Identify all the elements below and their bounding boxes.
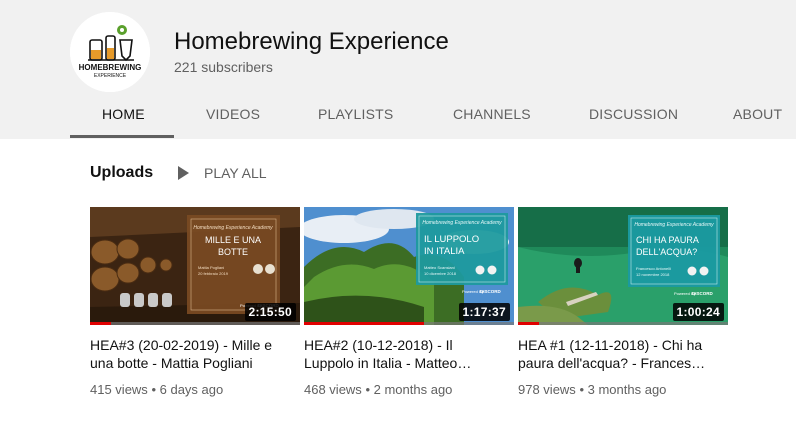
- video-meta: 468 views • 2 months ago: [304, 382, 514, 397]
- watch-progress-track: [90, 322, 300, 325]
- svg-text:Mattia Pogliani: Mattia Pogliani: [198, 265, 224, 270]
- channel-avatar[interactable]: HOMEBREWING EXPERIENCE: [70, 12, 150, 92]
- svg-text:12 novembre 2018: 12 novembre 2018: [636, 272, 670, 277]
- video-card[interactable]: Homebrewing Experience Academy CHI HA PA…: [518, 207, 728, 397]
- tab-about[interactable]: ABOUT: [733, 106, 782, 122]
- svg-text:Homebrewing Experience Academy: Homebrewing Experience Academy: [193, 225, 273, 231]
- video-thumbnail[interactable]: Homebrewing Experience Academy IL LUPPOL…: [304, 207, 514, 325]
- video-meta: 978 views • 3 months ago: [518, 382, 728, 397]
- video-meta: 415 views • 6 days ago: [90, 382, 300, 397]
- svg-text:Matteo Scansiani: Matteo Scansiani: [424, 265, 455, 270]
- svg-text:Francesco Antonelli: Francesco Antonelli: [636, 266, 671, 271]
- watch-progress-track: [518, 322, 728, 325]
- upload-age: 3 months ago: [587, 382, 667, 397]
- play-icon: [178, 166, 189, 180]
- upload-age: 2 months ago: [373, 382, 453, 397]
- meta-separator: •: [579, 382, 584, 397]
- svg-text:DELL'ACQUA?: DELL'ACQUA?: [636, 247, 697, 257]
- video-card[interactable]: Homebrewing Experience Academy IL LUPPOL…: [304, 207, 514, 397]
- svg-text:BOTTE: BOTTE: [218, 247, 248, 257]
- video-thumbnail[interactable]: Homebrewing Experience Academy MILLE E U…: [90, 207, 300, 325]
- tab-discussion[interactable]: DISCUSSION: [589, 106, 678, 122]
- view-count: 978 views: [518, 382, 576, 397]
- upload-age: 6 days ago: [159, 382, 224, 397]
- view-count: 468 views: [304, 382, 362, 397]
- video-duration: 1:00:24: [672, 303, 724, 321]
- subscriber-count: 221 subscribers: [174, 59, 273, 75]
- video-title[interactable]: HEA#3 (20-02-2019) - Mille e una botte -…: [90, 336, 300, 372]
- svg-text:10 dicembre 2018: 10 dicembre 2018: [424, 271, 457, 276]
- section-title[interactable]: Uploads: [90, 164, 153, 182]
- video-title-line: Luppolo in Italia - Matteo…: [304, 355, 472, 371]
- play-all-label: PLAY ALL: [204, 165, 267, 181]
- tab-channels[interactable]: CHANNELS: [453, 106, 531, 122]
- view-count: 415 views: [90, 382, 148, 397]
- svg-text:CHI HA PAURA: CHI HA PAURA: [636, 235, 699, 245]
- watch-progress-bar: [90, 322, 111, 325]
- svg-text:IL LUPPOLO: IL LUPPOLO: [424, 234, 479, 245]
- svg-text:MILLE E UNA: MILLE E UNA: [205, 235, 261, 245]
- video-title[interactable]: HEA #1 (12-11-2018) - Chi ha paura dell'…: [518, 336, 728, 372]
- video-title-line: HEA #1 (12-11-2018) - Chi ha: [518, 337, 703, 353]
- svg-text:Homebrewing Experience Academy: Homebrewing Experience Academy: [634, 222, 714, 228]
- svg-text:Homebrewing Experience Academy: Homebrewing Experience Academy: [422, 220, 502, 226]
- video-title-line: HEA#2 (10-12-2018) - Il: [304, 337, 453, 353]
- video-thumbnail[interactable]: Homebrewing Experience Academy CHI HA PA…: [518, 207, 728, 325]
- svg-text:DISCORD: DISCORD: [692, 291, 714, 296]
- video-duration: 1:17:37: [458, 303, 510, 321]
- channel-name: Homebrewing Experience: [174, 28, 449, 55]
- play-all-button[interactable]: PLAY ALL: [178, 164, 267, 182]
- active-tab-indicator: [70, 135, 174, 138]
- video-card[interactable]: Homebrewing Experience Academy MILLE E U…: [90, 207, 300, 397]
- svg-text:HOMEBREWING: HOMEBREWING: [79, 63, 142, 72]
- tab-home[interactable]: HOME: [102, 106, 145, 122]
- meta-separator: •: [151, 382, 156, 397]
- video-title-line: paura dell'acqua? - Frances…: [518, 355, 706, 371]
- svg-text:20 febbraio 2019: 20 febbraio 2019: [198, 271, 229, 276]
- meta-separator: •: [365, 382, 370, 397]
- video-duration: 2:15:50: [244, 303, 296, 321]
- watch-progress-bar: [304, 322, 424, 325]
- channel-header: HOMEBREWING EXPERIENCE Homebrewing Exper…: [0, 0, 796, 139]
- tab-videos[interactable]: VIDEOS: [206, 106, 260, 122]
- svg-text:EXPERIENCE: EXPERIENCE: [94, 73, 127, 79]
- video-title-line: una botte - Mattia Pogliani: [90, 355, 253, 371]
- watch-progress-bar: [518, 322, 539, 325]
- tab-playlists[interactable]: PLAYLISTS: [318, 106, 393, 122]
- svg-text:IN ITALIA: IN ITALIA: [424, 246, 465, 257]
- svg-text:DISCORD: DISCORD: [480, 289, 502, 294]
- video-title-line: HEA#3 (20-02-2019) - Mille e: [90, 337, 273, 353]
- brewery-logo-icon: HOMEBREWING EXPERIENCE: [70, 12, 150, 92]
- video-title[interactable]: HEA#2 (10-12-2018) - Il Luppolo in Itali…: [304, 336, 514, 372]
